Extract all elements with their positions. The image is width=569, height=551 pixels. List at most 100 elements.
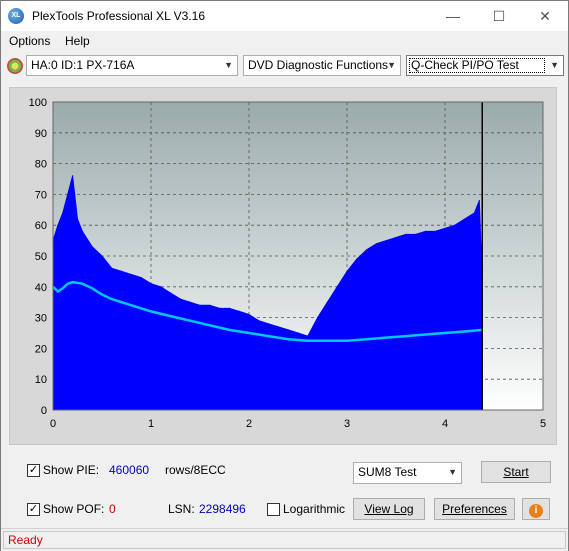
maximize-button[interactable]: ☐ bbox=[476, 1, 522, 31]
x-tick-label: 0 bbox=[50, 418, 56, 430]
x-tick-label: 3 bbox=[344, 418, 350, 430]
x-tick-label: 2 bbox=[246, 418, 252, 430]
info-button[interactable]: i bbox=[522, 498, 550, 520]
pie-data-point bbox=[464, 218, 466, 220]
pie-data-point bbox=[395, 236, 397, 239]
y-tick-label: 0 bbox=[41, 405, 47, 417]
pie-data-point bbox=[209, 304, 211, 306]
view-log-button[interactable]: View Log bbox=[353, 498, 425, 520]
sum-test-value: SUM8 Test bbox=[358, 465, 417, 479]
pie-data-point bbox=[326, 301, 328, 303]
y-tick-label: 30 bbox=[35, 313, 47, 325]
status-bar: Ready bbox=[1, 528, 568, 551]
minimize-button[interactable]: — bbox=[430, 1, 476, 31]
menu-bar: Options Help bbox=[1, 31, 568, 51]
pie-data-point bbox=[72, 175, 74, 177]
sum-test-select[interactable]: SUM8 Test ▼ bbox=[353, 462, 462, 484]
pie-data-point bbox=[424, 230, 426, 232]
pie-data-point bbox=[91, 246, 93, 248]
pie-data-point bbox=[248, 313, 250, 316]
pie-data-point bbox=[67, 193, 69, 195]
pie-data-point bbox=[385, 240, 387, 242]
chevron-down-icon: ▼ bbox=[224, 60, 233, 70]
y-tick-label: 60 bbox=[35, 220, 47, 232]
y-tick-label: 50 bbox=[35, 251, 47, 263]
test-select[interactable]: Q-Check PI/PO Test ▼ bbox=[406, 55, 564, 76]
pie-data-point bbox=[81, 230, 83, 232]
pie-data-point bbox=[346, 270, 348, 272]
pie-data-point bbox=[307, 335, 309, 337]
chevron-down-icon: ▼ bbox=[387, 60, 396, 70]
pie-data-point bbox=[277, 326, 279, 328]
lsn-label: LSN: bbox=[168, 502, 195, 516]
view-log-label: View Log bbox=[364, 502, 414, 516]
pie-data-point bbox=[101, 255, 103, 257]
pie-data-point bbox=[130, 273, 132, 276]
pie-data-point bbox=[150, 283, 152, 285]
logarithmic-label: Logarithmic bbox=[283, 502, 346, 516]
pie-data-point bbox=[268, 323, 270, 325]
pie-data-point bbox=[199, 304, 201, 306]
pie-data-point bbox=[258, 320, 260, 322]
control-panel: ✓ Show PIE: 460060 rows/8ECC ✓ Show POF:… bbox=[9, 453, 559, 525]
show-pof-checkbox[interactable]: ✓ bbox=[27, 503, 40, 516]
lsn-value: 2298496 bbox=[199, 502, 246, 516]
pie-unit: rows/8ECC bbox=[165, 463, 226, 477]
window-title: PlexTools Professional XL V3.16 bbox=[32, 9, 205, 23]
pie-data-point bbox=[478, 200, 480, 202]
preferences-label: Preferences bbox=[442, 502, 507, 516]
y-tick-label: 70 bbox=[35, 189, 47, 201]
title-bar: XL PlexTools Professional XL V3.16 — ☐ ✕ bbox=[1, 1, 568, 31]
pie-data-point bbox=[62, 212, 64, 214]
main-window: XL PlexTools Professional XL V3.16 — ☐ ✕… bbox=[0, 0, 569, 551]
pie-data-point bbox=[356, 258, 358, 260]
drive-select[interactable]: HA:0 ID:1 PX-716A ▼ bbox=[26, 55, 238, 76]
plextools-app-icon: XL bbox=[8, 8, 24, 24]
pie-data-point bbox=[111, 267, 113, 269]
show-pof-label: Show POF: bbox=[43, 502, 105, 516]
pie-data-point bbox=[444, 227, 446, 229]
pie-data-point bbox=[170, 292, 172, 294]
y-tick-label: 10 bbox=[35, 374, 47, 386]
y-tick-label: 40 bbox=[35, 282, 47, 294]
pie-data-point bbox=[317, 317, 319, 319]
menu-help[interactable]: Help bbox=[65, 34, 90, 48]
function-select[interactable]: DVD Diagnostic Functions ▼ bbox=[243, 55, 401, 76]
logarithmic-checkbox[interactable] bbox=[267, 503, 280, 516]
pie-data-point bbox=[57, 224, 59, 226]
y-tick-label: 20 bbox=[35, 343, 47, 355]
pie-data-point bbox=[415, 233, 417, 235]
pie-value: 460060 bbox=[109, 463, 150, 477]
x-tick-label: 4 bbox=[442, 418, 448, 430]
menu-options[interactable]: Options bbox=[9, 34, 50, 48]
pie-data-point bbox=[160, 286, 162, 288]
pie-data-point bbox=[473, 212, 475, 214]
preferences-button[interactable]: Preferences bbox=[434, 498, 515, 520]
drive-disc-icon bbox=[7, 58, 23, 74]
chevron-down-icon: ▼ bbox=[550, 60, 559, 70]
pie-data-point bbox=[76, 218, 79, 220]
y-tick-label: 80 bbox=[35, 159, 47, 171]
pie-data-point bbox=[219, 307, 221, 309]
function-select-value: DVD Diagnostic Functions bbox=[248, 58, 389, 72]
pie-data-point bbox=[287, 329, 289, 331]
pie-data-point bbox=[454, 224, 456, 226]
pof-value: 0 bbox=[109, 502, 116, 516]
close-button[interactable]: ✕ bbox=[522, 1, 568, 31]
y-tick-label: 90 bbox=[35, 128, 47, 140]
chevron-down-icon: ▼ bbox=[448, 467, 457, 477]
pie-data-point bbox=[366, 249, 368, 251]
y-tick-label: 100 bbox=[29, 97, 47, 109]
status-text: Ready bbox=[3, 531, 566, 549]
pie-data-point bbox=[238, 310, 240, 312]
pie-data-point bbox=[179, 298, 181, 300]
start-button[interactable]: Start bbox=[481, 461, 551, 483]
drive-select-value: HA:0 ID:1 PX-716A bbox=[31, 58, 135, 72]
toolbar: HA:0 ID:1 PX-716A ▼ DVD Diagnostic Funct… bbox=[1, 53, 568, 79]
pie-data-point bbox=[434, 230, 436, 232]
show-pie-checkbox[interactable]: ✓ bbox=[27, 464, 40, 477]
pie-data-point bbox=[140, 277, 142, 279]
pie-data-point bbox=[375, 243, 377, 245]
start-button-label: Start bbox=[503, 465, 529, 479]
pie-data-point bbox=[189, 301, 191, 303]
